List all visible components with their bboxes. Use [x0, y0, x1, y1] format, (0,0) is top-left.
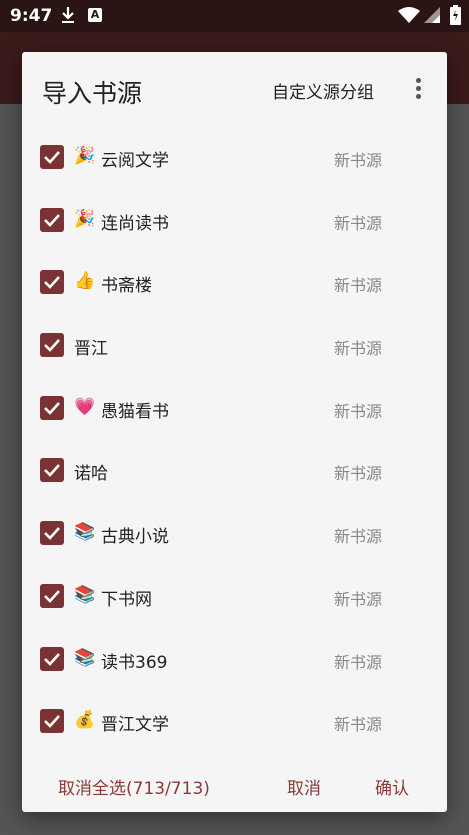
source-tag: 新书源	[334, 401, 383, 421]
source-name: 晋江文学	[101, 715, 169, 736]
thumbs-up-icon: 👍	[74, 271, 96, 292]
party-popper-icon: 🎉	[74, 208, 96, 229]
source-tag: 新书源	[334, 527, 383, 547]
source-tag: 新书源	[334, 464, 383, 484]
source-tag: 新书源	[334, 652, 383, 672]
checkbox[interactable]	[40, 145, 64, 169]
source-name: 云阅文学	[101, 151, 169, 171]
source-name: 晋江	[74, 339, 108, 360]
checkbox[interactable]	[40, 395, 64, 420]
download-icon	[62, 7, 74, 23]
source-name: 古典小说	[101, 527, 169, 548]
source-list: 🎉 云阅文学 新书源 🎉 连尚读书 新书源 👍 书斋楼 新书源 晋江 新书源 💗…	[22, 126, 447, 753]
import-source-dialog: 导入书源 自定义源分组 🎉 云阅文学 新书源 🎉 连尚读书 新书源 👍 书斋楼 …	[22, 52, 447, 812]
checkbox[interactable]	[40, 583, 64, 608]
money-bag-icon: 💰	[74, 710, 96, 731]
source-tag: 新书源	[334, 276, 383, 296]
source-tag: 新书源	[334, 339, 383, 359]
list-item[interactable]: 🎉 云阅文学 新书源	[22, 126, 447, 189]
list-item[interactable]: 🎉 连尚读书 新书源	[22, 189, 447, 252]
list-item[interactable]: 📚 读书369 新书源	[22, 628, 447, 691]
status-time: 9:47	[10, 6, 53, 26]
checkbox[interactable]	[40, 270, 64, 295]
list-item[interactable]: 💰 晋江文学 新书源	[22, 690, 447, 753]
list-item[interactable]: 📚 下书网 新书源	[22, 565, 447, 628]
custom-group-button[interactable]: 自定义源分组	[272, 78, 374, 103]
dialog-title: 导入书源	[42, 79, 143, 108]
books-icon: 📚	[74, 647, 96, 668]
confirm-button[interactable]: 确认	[375, 774, 409, 799]
source-name: 诺哈	[74, 464, 108, 485]
source-name: 下书网	[101, 589, 152, 610]
list-item[interactable]: 诺哈 新书源	[22, 439, 447, 502]
source-name: 连尚读书	[101, 213, 169, 234]
checkbox[interactable]	[40, 207, 64, 232]
list-item[interactable]: 晋江 新书源	[22, 314, 447, 377]
more-vert-icon[interactable]	[412, 78, 424, 100]
source-tag: 新书源	[334, 213, 383, 233]
list-item[interactable]: 👍 书斋楼 新书源	[22, 251, 447, 314]
checkbox[interactable]	[40, 646, 64, 671]
source-name: 书斋楼	[101, 276, 152, 297]
wifi-icon	[398, 7, 420, 23]
cancel-button[interactable]: 取消	[287, 774, 321, 799]
deselect-all-button[interactable]: 取消全选(713/713)	[58, 774, 210, 799]
source-tag: 新书源	[334, 589, 383, 609]
signal-icon	[424, 7, 440, 23]
source-tag: 新书源	[334, 151, 383, 170]
status-bar: 9:47 A	[0, 0, 469, 32]
party-popper-icon: 🎉	[74, 146, 96, 166]
books-icon: 📚	[74, 584, 96, 605]
books-icon: 📚	[74, 522, 96, 543]
source-tag: 新书源	[334, 715, 383, 735]
source-name: 读书369	[101, 652, 168, 673]
source-name: 愚猫看书	[101, 401, 169, 422]
list-item[interactable]: 💗 愚猫看书 新书源	[22, 377, 447, 440]
list-item[interactable]: 📚 古典小说 新书源	[22, 502, 447, 565]
checkbox[interactable]	[40, 333, 64, 358]
checkbox[interactable]	[40, 521, 64, 546]
heart-icon: 💗	[74, 396, 96, 417]
dialog-footer: 取消全选(713/713) 取消 确认	[22, 772, 447, 812]
notification-letter-icon: A	[88, 8, 102, 22]
battery-icon	[450, 5, 461, 25]
checkbox[interactable]	[40, 458, 64, 483]
checkbox[interactable]	[40, 709, 64, 734]
